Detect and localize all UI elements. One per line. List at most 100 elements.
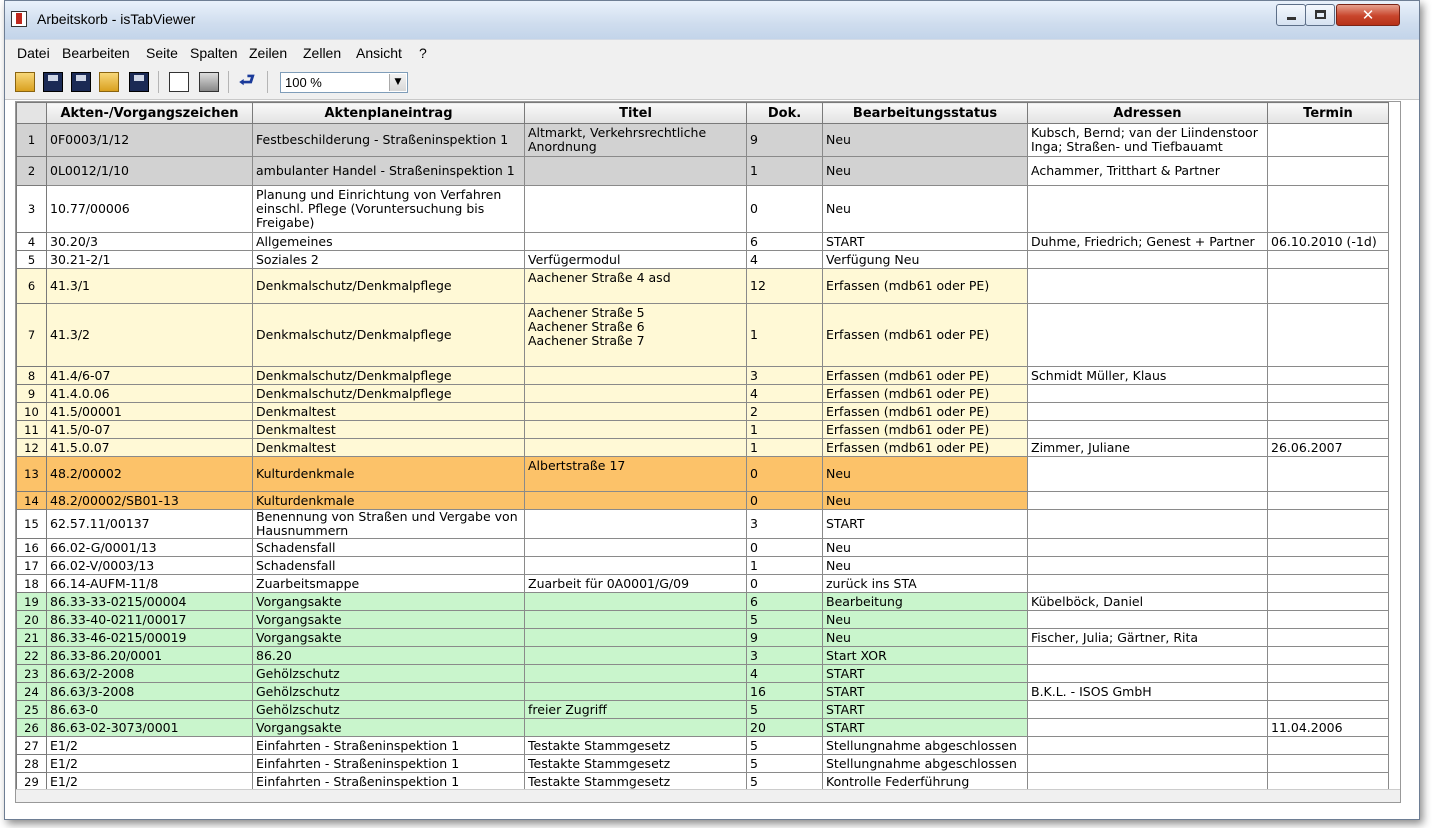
cell-dok[interactable]: 0	[746, 185, 823, 233]
column-header-titel[interactable]: Titel	[524, 102, 747, 124]
wrap-text-icon[interactable]: ⮐	[237, 72, 257, 92]
cell-aktenplaneintrag[interactable]: Planung und Einrichtung von Verfahren ei…	[252, 185, 525, 233]
cell-termin[interactable]: 26.06.2007	[1267, 438, 1389, 457]
table-row[interactable]: 27 E1/2 Einfahrten - Straßeninspektion 1 Te…	[16, 736, 1389, 755]
cell-dok[interactable]: 5	[746, 754, 823, 773]
row-number[interactable]: 4	[16, 232, 47, 251]
cell-adressen[interactable]: Schmidt Müller, Klaus	[1027, 366, 1268, 385]
cell-dok[interactable]: 4	[746, 384, 823, 403]
cell-titel[interactable]	[524, 682, 747, 701]
row-number[interactable]: 9	[16, 384, 47, 403]
cell-titel[interactable]: Altmarkt, Verkehrsrechtliche Anordnung	[524, 123, 747, 157]
cell-termin[interactable]	[1267, 664, 1389, 683]
cell-status[interactable]: Erfassen (mdb61 oder PE)	[822, 303, 1028, 367]
cell-termin[interactable]	[1267, 268, 1389, 304]
cell-status[interactable]: Stellungnahme abgeschlossen	[822, 754, 1028, 773]
cell-titel[interactable]	[524, 592, 747, 611]
cell-titel[interactable]	[524, 646, 747, 665]
table-row[interactable]: 17 66.02-V/0003/13 Schadensfall 1 Neu	[16, 556, 1389, 575]
cell-status[interactable]: Kontrolle Federführung	[822, 772, 1028, 791]
cell-termin[interactable]	[1267, 538, 1389, 557]
cell-aktenplaneintrag[interactable]: 86.20	[252, 646, 525, 665]
cell-titel[interactable]: Zuarbeit für 0A0001/G/09	[524, 574, 747, 593]
cell-titel[interactable]	[524, 509, 747, 539]
cell-dok[interactable]: 3	[746, 366, 823, 385]
cell-aktenplaneintrag[interactable]: Denkmaltest	[252, 420, 525, 439]
cell-titel[interactable]	[524, 628, 747, 647]
cell-dok[interactable]: 1	[746, 420, 823, 439]
row-number[interactable]: 6	[16, 268, 47, 304]
cell-aktenplaneintrag[interactable]: Gehölzschutz	[252, 682, 525, 701]
cell-adressen[interactable]	[1027, 303, 1268, 367]
row-number[interactable]: 18	[16, 574, 47, 593]
cell-aktenzeichen[interactable]: 86.63/2-2008	[46, 664, 253, 683]
cell-adressen[interactable]: Duhme, Friedrich; Genest + Partner	[1027, 232, 1268, 251]
menu-zeilen[interactable]: Zeilen	[249, 45, 287, 61]
cell-status[interactable]: Start XOR	[822, 646, 1028, 665]
cell-aktenplaneintrag[interactable]: Kulturdenkmale	[252, 456, 525, 492]
cell-aktenzeichen[interactable]: 66.02-G/0001/13	[46, 538, 253, 557]
table-row[interactable]: 7 41.3/2 Denkmalschutz/Denkmalpflege Aachen…	[16, 303, 1389, 367]
row-number[interactable]: 28	[16, 754, 47, 773]
row-number[interactable]: 15	[16, 509, 47, 539]
row-number[interactable]: 23	[16, 664, 47, 683]
menu-bearbeiten[interactable]: Bearbeiten	[62, 45, 130, 61]
cell-aktenplaneintrag[interactable]: Vorgangsakte	[252, 628, 525, 647]
cell-termin[interactable]	[1267, 700, 1389, 719]
row-number[interactable]: 16	[16, 538, 47, 557]
row-number[interactable]: 14	[16, 491, 47, 510]
cell-aktenzeichen[interactable]: 86.33-40-0211/00017	[46, 610, 253, 629]
cell-adressen[interactable]	[1027, 754, 1268, 773]
cell-aktenzeichen[interactable]: 41.5/00001	[46, 402, 253, 421]
cell-aktenzeichen[interactable]: 41.5/0-07	[46, 420, 253, 439]
table-row[interactable]: 25 86.63-0 Gehölzschutz freier Zugriff 5 STAR…	[16, 700, 1389, 719]
cell-aktenplaneintrag[interactable]: Vorgangsakte	[252, 610, 525, 629]
cell-status[interactable]: Neu	[822, 628, 1028, 647]
cell-titel[interactable]	[524, 366, 747, 385]
cell-dok[interactable]: 3	[746, 509, 823, 539]
cell-aktenzeichen[interactable]: 66.14-AUFM-11/8	[46, 574, 253, 593]
cell-status[interactable]: START	[822, 232, 1028, 251]
cell-aktenplaneintrag[interactable]: Benennung von Straßen und Vergabe von Ha…	[252, 509, 525, 539]
table-row[interactable]: 8 41.4/6-07 Denkmalschutz/Denkmalpflege 3 Er…	[16, 366, 1389, 385]
chevron-down-icon[interactable]: ▼	[389, 74, 406, 91]
row-number[interactable]: 5	[16, 250, 47, 269]
app-icon[interactable]	[11, 11, 27, 27]
table-row[interactable]: 14 48.2/00002/SB01-13 Kulturdenkmale 0 Neu	[16, 491, 1389, 510]
row-number[interactable]: 27	[16, 736, 47, 755]
cell-titel[interactable]	[524, 402, 747, 421]
cell-status[interactable]: Neu	[822, 610, 1028, 629]
reload-folder-icon[interactable]	[99, 72, 119, 92]
cell-status[interactable]: Neu	[822, 123, 1028, 157]
cell-status[interactable]: Neu	[822, 185, 1028, 233]
cell-adressen[interactable]: Kübelböck, Daniel	[1027, 592, 1268, 611]
cell-adressen[interactable]	[1027, 556, 1268, 575]
cell-dok[interactable]: 1	[746, 156, 823, 186]
menu-datei[interactable]: Datei	[17, 45, 50, 61]
table-row[interactable]: 3 10.77/00006 Planung und Einrichtung von …	[16, 185, 1389, 233]
cell-termin[interactable]	[1267, 491, 1389, 510]
cell-status[interactable]: START	[822, 718, 1028, 737]
cell-dok[interactable]: 5	[746, 772, 823, 791]
table-row[interactable]: 5 30.21-2/1 Soziales 2 Verfügermodul 4 Verfüg…	[16, 250, 1389, 269]
cell-termin[interactable]	[1267, 682, 1389, 701]
cell-termin[interactable]	[1267, 574, 1389, 593]
cell-termin[interactable]	[1267, 402, 1389, 421]
row-number[interactable]: 24	[16, 682, 47, 701]
cell-termin[interactable]	[1267, 366, 1389, 385]
cell-aktenplaneintrag[interactable]: Denkmalschutz/Denkmalpflege	[252, 384, 525, 403]
cell-status[interactable]: Erfassen (mdb61 oder PE)	[822, 268, 1028, 304]
zoom-select[interactable]: 100 % ▼	[280, 72, 408, 93]
cell-adressen[interactable]	[1027, 250, 1268, 269]
row-number[interactable]: 13	[16, 456, 47, 492]
cell-status[interactable]: Verfügung Neu	[822, 250, 1028, 269]
cell-adressen[interactable]	[1027, 185, 1268, 233]
table-row[interactable]: 4 30.20/3 Allgemeines 6 START Duhme, Friedric…	[16, 232, 1389, 251]
table-row[interactable]: 21 86.33-46-0215/00019 Vorgangsakte 9 Neu Fis…	[16, 628, 1389, 647]
column-header-aktenplaneintrag[interactable]: Aktenplaneintrag	[252, 102, 525, 124]
cell-titel[interactable]	[524, 438, 747, 457]
cell-titel[interactable]	[524, 384, 747, 403]
cell-titel[interactable]	[524, 156, 747, 186]
table-row[interactable]: 26 86.63-02-3073/0001 Vorgangsakte 20 START 1…	[16, 718, 1389, 737]
cell-dok[interactable]: 5	[746, 700, 823, 719]
